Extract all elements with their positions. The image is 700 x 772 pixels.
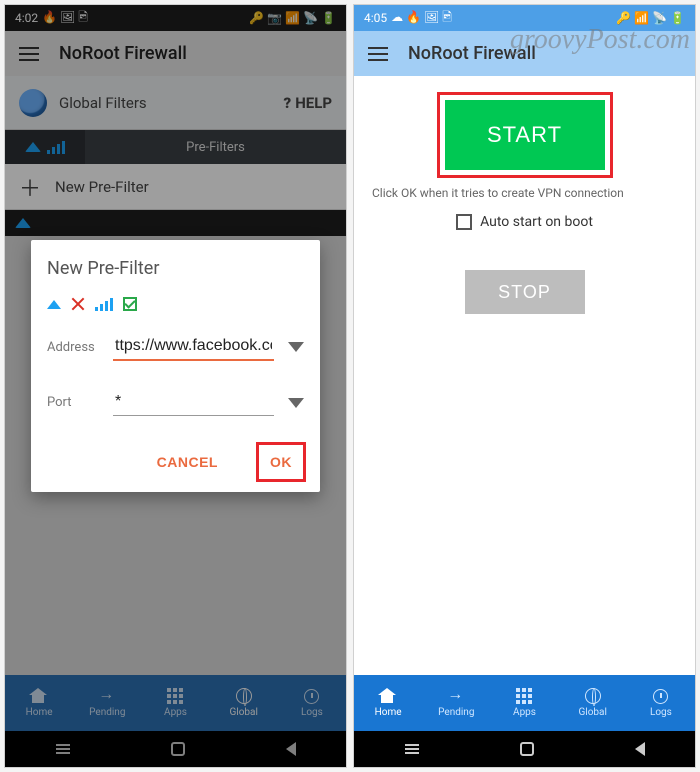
filter-entry-strip <box>5 210 346 236</box>
nav-label: Home <box>375 707 402 718</box>
status-time: 4:05 <box>364 11 387 25</box>
device-right: 4:05 ☁ 🔥 🖼 🖻 🔑 📶 📡 🔋 NoRoot Firewall STA… <box>353 4 696 768</box>
stop-button[interactable]: STOP <box>465 270 585 314</box>
main-content: START Click OK when it tries to create V… <box>354 76 695 675</box>
nav-label: Pending <box>89 707 125 718</box>
dropdown-icon[interactable] <box>288 342 304 352</box>
dialog-actions: CANCEL OK <box>47 444 304 480</box>
nav-pending[interactable]: Pending <box>73 675 141 731</box>
status-bar: 4:05 ☁ 🔥 🖼 🖻 🔑 📶 📡 🔋 <box>354 5 695 31</box>
address-field-row: Address <box>47 333 304 361</box>
help-button[interactable]: ? HELP <box>284 94 332 112</box>
nav-label: Apps <box>513 707 536 718</box>
clock-icon <box>304 689 319 704</box>
home-icon <box>30 688 48 704</box>
home-icon <box>379 688 397 704</box>
x-icon[interactable] <box>71 297 85 311</box>
start-button[interactable]: START <box>445 100 605 170</box>
tab-pre-filters[interactable]: Pre-Filters <box>85 130 346 164</box>
recents-button[interactable] <box>56 748 70 750</box>
back-button[interactable] <box>635 742 645 756</box>
wifi-icon <box>25 142 41 152</box>
android-system-bar <box>354 731 695 767</box>
home-button[interactable] <box>171 742 185 756</box>
android-system-bar <box>5 731 346 767</box>
menu-icon[interactable] <box>368 47 388 61</box>
recents-button[interactable] <box>405 748 419 750</box>
app-title: NoRoot Firewall <box>408 43 536 64</box>
nav-global[interactable]: Global <box>210 675 278 731</box>
nav-label: Logs <box>301 707 323 718</box>
address-input[interactable] <box>113 333 274 361</box>
wifi-icon[interactable] <box>47 300 61 309</box>
globe-icon <box>236 688 252 704</box>
checkbox-icon[interactable] <box>456 214 472 230</box>
bottom-nav: Home Pending Apps Global Logs <box>354 675 695 731</box>
check-icon[interactable] <box>123 297 137 311</box>
nav-logs[interactable]: Logs <box>278 675 346 731</box>
status-icons-right: 🔑 📶 📡 🔋 <box>616 11 685 25</box>
new-pre-filter-row[interactable]: ＋ New Pre-Filter <box>5 164 346 210</box>
nav-home[interactable]: Home <box>354 675 422 731</box>
question-icon: ? <box>284 94 292 112</box>
vpn-hint-text: Click OK when it tries to create VPN con… <box>372 186 624 200</box>
port-input[interactable] <box>113 389 274 416</box>
status-bar: 4:02 🔥 🖼 🖻 🔑 📷 📶 📡 🔋 <box>5 5 346 31</box>
menu-icon[interactable] <box>19 47 39 61</box>
nav-apps[interactable]: Apps <box>141 675 209 731</box>
ok-button[interactable]: OK <box>258 444 304 480</box>
tab-row: Pre-Filters <box>5 130 346 164</box>
arrow-icon <box>98 688 116 704</box>
status-icons-left: 🔥 🖼 🖻 <box>42 8 88 29</box>
nav-logs[interactable]: Logs <box>627 675 695 731</box>
nav-label: Global <box>229 707 257 718</box>
app-title: NoRoot Firewall <box>59 43 187 64</box>
port-label: Port <box>47 395 103 410</box>
filter-toggle-row <box>47 297 304 311</box>
globe-icon <box>585 688 601 704</box>
address-label: Address <box>47 340 103 355</box>
signal-bars-icon[interactable] <box>95 298 113 311</box>
grid-icon <box>167 688 185 704</box>
dropdown-icon[interactable] <box>288 398 304 408</box>
back-button[interactable] <box>286 742 296 756</box>
nav-label: Apps <box>164 707 187 718</box>
signal-bars-icon <box>47 141 65 154</box>
nav-home[interactable]: Home <box>5 675 73 731</box>
new-pre-filter-dialog: New Pre-Filter Address Port CANCEL OK <box>31 240 320 492</box>
help-label: HELP <box>295 94 332 112</box>
autostart-label: Auto start on boot <box>480 214 593 230</box>
plus-icon: ＋ <box>19 171 41 203</box>
device-left: 4:02 🔥 🖼 🖻 🔑 📷 📶 📡 🔋 NoRoot Firewall Glo… <box>4 4 347 768</box>
app-bar: NoRoot Firewall <box>354 31 695 76</box>
new-pre-filter-label: New Pre-Filter <box>55 178 149 196</box>
start-button-highlight: START <box>439 94 611 176</box>
bottom-nav: Home Pending Apps Global Logs <box>5 675 346 731</box>
cancel-button[interactable]: CANCEL <box>145 444 230 480</box>
tab-connection-icons[interactable] <box>5 130 85 164</box>
nav-global[interactable]: Global <box>559 675 627 731</box>
status-icons-left: ☁ 🔥 🖼 🖻 <box>391 8 452 29</box>
status-time: 4:02 <box>15 11 38 25</box>
dialog-title: New Pre-Filter <box>47 258 304 279</box>
home-button[interactable] <box>520 742 534 756</box>
nav-label: Global <box>578 707 606 718</box>
wifi-icon <box>15 218 31 228</box>
nav-pending[interactable]: Pending <box>422 675 490 731</box>
nav-label: Logs <box>650 707 672 718</box>
tab-label: Pre-Filters <box>186 140 245 155</box>
nav-apps[interactable]: Apps <box>490 675 558 731</box>
arrow-icon <box>447 688 465 704</box>
grid-icon <box>516 688 534 704</box>
globe-icon <box>19 89 47 117</box>
port-field-row: Port <box>47 389 304 416</box>
section-title: Global Filters <box>59 94 147 112</box>
clock-icon <box>653 689 668 704</box>
nav-label: Home <box>26 707 53 718</box>
section-global-filters[interactable]: Global Filters ? HELP <box>5 76 346 130</box>
app-bar: NoRoot Firewall <box>5 31 346 76</box>
status-icons-right: 🔑 📷 📶 📡 🔋 <box>249 11 336 25</box>
autostart-checkbox-row[interactable]: Auto start on boot <box>456 214 593 230</box>
nav-label: Pending <box>438 707 474 718</box>
